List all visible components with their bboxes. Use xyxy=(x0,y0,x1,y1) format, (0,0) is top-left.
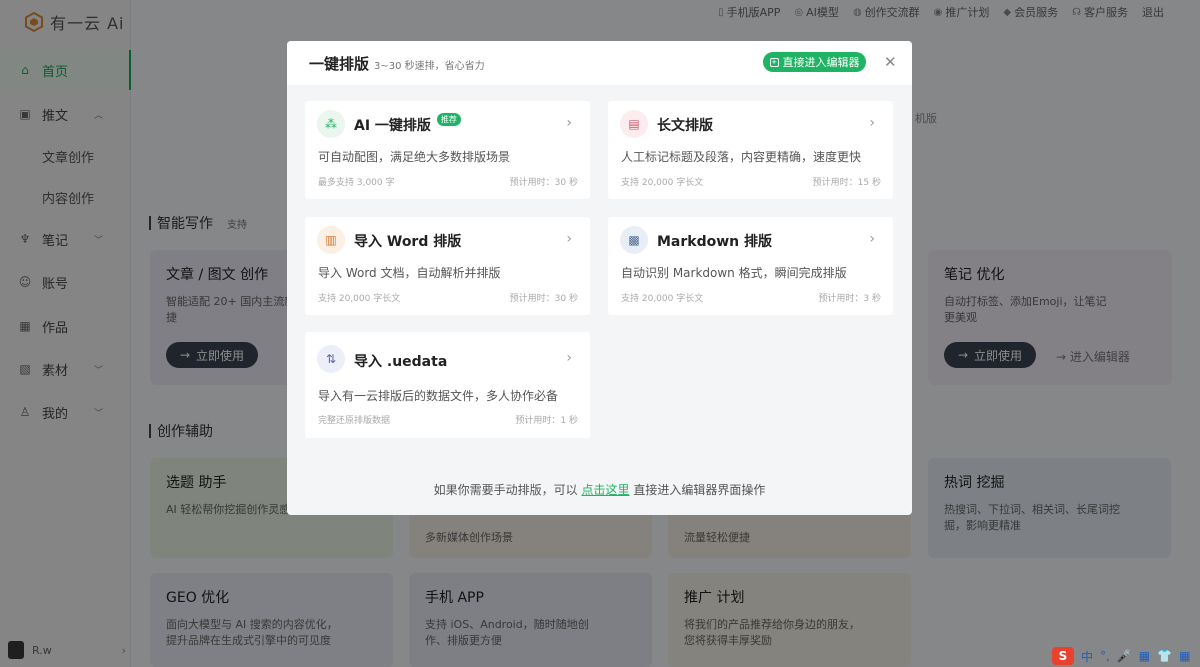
modal-footer: 如果你需要手动排版，可以 点击这里 直接进入编辑器界面操作 xyxy=(433,483,766,497)
close-icon[interactable]: ✕ xyxy=(884,53,897,71)
chevron-right-icon: › xyxy=(566,350,572,366)
option-limit: 完整还原排版数据 xyxy=(318,416,391,426)
option-desc: 导入 Word 文档，自动解析并排版 xyxy=(318,266,501,280)
toolbox-icon[interactable]: ▦ xyxy=(1179,649,1190,663)
modal-header: 一键排版 3~30 秒速排，省心省力 + 直接进入编辑器 ✕ xyxy=(287,41,912,85)
chevron-right-icon: › xyxy=(869,115,875,131)
chevron-right-icon: › xyxy=(566,115,572,131)
option-import-uedata[interactable]: ⇅ 导入 .uedata › 导入有一云排版后的数据文件，多人协作必备 完整还原… xyxy=(305,332,590,438)
option-time: 预计用时：15 秒 xyxy=(812,178,881,188)
sogou-ime-icon[interactable]: S xyxy=(1052,647,1074,665)
option-desc: 自动识别 Markdown 格式，瞬间完成排版 xyxy=(621,266,847,280)
option-limit: 支持 20,000 字长文 xyxy=(621,178,704,188)
recommend-badge: 推荐 xyxy=(436,112,461,126)
sparkle-icon: ⁂ xyxy=(317,110,345,138)
chevron-right-icon: › xyxy=(869,231,875,247)
enter-editor-button[interactable]: + 直接进入编辑器 xyxy=(763,52,866,72)
modal-subtitle: 3~30 秒速排，省心省力 xyxy=(374,61,485,72)
option-import-word[interactable]: ▥ 导入 Word 排版 › 导入 Word 文档，自动解析并排版 支持 20,… xyxy=(305,217,590,315)
option-limit: 支持 20,000 字长文 xyxy=(621,294,704,304)
option-long-text[interactable]: ▤ 长文排版 › 人工标记标题及段落，内容更精确，速度更快 支持 20,000 … xyxy=(608,101,893,199)
option-title: 长文排版 xyxy=(657,118,713,134)
option-time: 预计用时：3 秒 xyxy=(818,294,881,304)
ime-punct-icon[interactable]: °, xyxy=(1100,649,1110,663)
option-limit: 支持 20,000 字长文 xyxy=(318,294,401,304)
option-markdown[interactable]: ▩ Markdown 排版 › 自动识别 Markdown 格式，瞬间完成排版 … xyxy=(608,217,893,315)
editor-icon: + xyxy=(769,57,779,67)
option-ai-layout[interactable]: ⁂ AI 一键排版 推荐 › 可自动配图，满足绝大多数排版场景 最多支持 3,0… xyxy=(305,101,590,199)
option-title: AI 一键排版 xyxy=(354,118,431,134)
skin-icon[interactable]: 👕 xyxy=(1157,649,1172,663)
option-time: 预计用时：30 秒 xyxy=(509,294,578,304)
markdown-icon: ▩ xyxy=(620,226,648,254)
ime-toolbar: S 中 °, 🎤 ▦ 👕 ▦ xyxy=(1052,646,1192,666)
modal-title: 一键排版 xyxy=(309,55,370,73)
option-desc: 导入有一云排版后的数据文件，多人协作必备 xyxy=(318,389,559,403)
import-icon: ⇅ xyxy=(317,345,345,373)
option-time: 预计用时：30 秒 xyxy=(509,178,578,188)
option-desc: 人工标记标题及段落，内容更精确，速度更快 xyxy=(621,150,862,164)
option-title: Markdown 排版 xyxy=(657,234,773,250)
manual-layout-link[interactable]: 点击这里 xyxy=(581,483,629,497)
microphone-icon[interactable]: 🎤 xyxy=(1117,649,1132,663)
option-title: 导入 .uedata xyxy=(354,354,448,370)
one-click-layout-modal: 一键排版 3~30 秒速排，省心省力 + 直接进入编辑器 ✕ ⁂ AI 一键排版… xyxy=(287,41,912,515)
chevron-right-icon: › xyxy=(566,231,572,247)
option-desc: 可自动配图，满足绝大多数排版场景 xyxy=(318,150,511,164)
option-title: 导入 Word 排版 xyxy=(354,234,462,250)
word-icon: ▥ xyxy=(317,226,345,254)
option-limit: 最多支持 3,000 字 xyxy=(318,178,395,188)
ime-lang[interactable]: 中 xyxy=(1081,648,1093,665)
option-time: 预计用时：1 秒 xyxy=(515,416,578,426)
keyboard-icon[interactable]: ▦ xyxy=(1139,649,1150,663)
document-icon: ▤ xyxy=(620,110,648,138)
